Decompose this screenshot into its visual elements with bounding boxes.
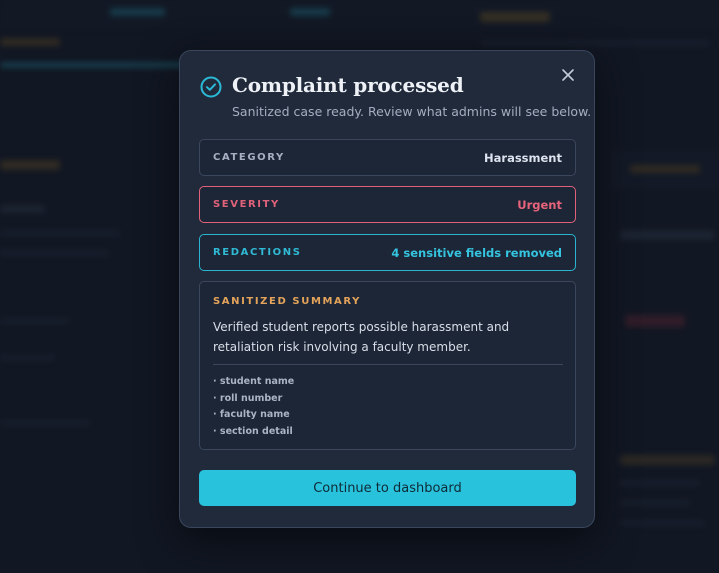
removed-field-item: · roll number — [213, 392, 283, 404]
continue-to-dashboard-button[interactable]: Continue to dashboard — [199, 470, 576, 506]
category-label: CATEGORY — [213, 152, 285, 163]
removed-fields-list: · student name · roll number · faculty n… — [213, 374, 294, 440]
redactions-field: REDACTIONS 4 sensitive fields removed — [199, 234, 576, 271]
dialog-subtitle: Sanitized case ready. Review what admins… — [232, 104, 592, 119]
dialog-title: Complaint processed — [232, 73, 464, 97]
category-field: CATEGORY Harassment — [199, 139, 576, 176]
removed-field-item: · section detail — [213, 425, 293, 437]
severity-label: SEVERITY — [213, 199, 280, 210]
redactions-label: REDACTIONS — [213, 247, 302, 258]
summary-label: SANITIZED SUMMARY — [213, 296, 361, 307]
check-circle-icon — [200, 76, 222, 98]
close-button[interactable] — [558, 65, 578, 85]
close-icon — [562, 69, 574, 81]
category-value: Harassment — [484, 150, 562, 165]
removed-field-item: · student name — [213, 376, 295, 387]
sanitized-summary-card: SANITIZED SUMMARY Verified student repor… — [199, 281, 576, 450]
severity-field: SEVERITY Urgent — [199, 186, 576, 223]
summary-divider — [213, 364, 563, 365]
complaint-processed-dialog: Complaint processed Sanitized case ready… — [179, 50, 595, 528]
summary-text: Verified student reports possible harass… — [213, 320, 510, 354]
severity-value: Urgent — [517, 197, 562, 212]
removed-field-item: · faculty name — [213, 409, 290, 420]
redactions-value: 4 sensitive fields removed — [391, 245, 562, 260]
